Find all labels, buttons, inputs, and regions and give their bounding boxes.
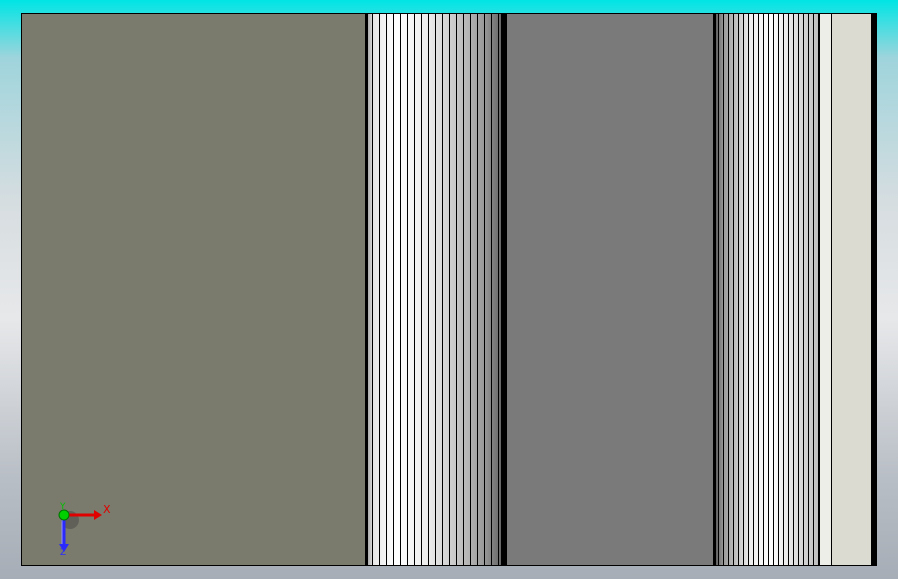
model-edge-a[interactable] — [365, 13, 368, 566]
model-face-middle[interactable] — [507, 13, 713, 566]
cylindrical-face-a[interactable] — [365, 13, 505, 566]
model-edge-b[interactable] — [713, 13, 716, 566]
model-edge-right[interactable] — [871, 13, 877, 566]
reference-triad: X Y Z — [50, 500, 120, 560]
model-face-left[interactable] — [21, 13, 365, 566]
y-axis-label: Y — [60, 502, 66, 512]
cylindrical-face-b[interactable] — [713, 13, 819, 566]
model-face-strip[interactable] — [819, 13, 832, 566]
graphics-viewport[interactable]: X Y Z — [0, 0, 898, 579]
x-axis-label: X — [103, 503, 111, 516]
3d-model-part[interactable] — [21, 13, 877, 566]
z-axis-label: Z — [60, 548, 67, 558]
model-face-right[interactable] — [832, 13, 871, 566]
